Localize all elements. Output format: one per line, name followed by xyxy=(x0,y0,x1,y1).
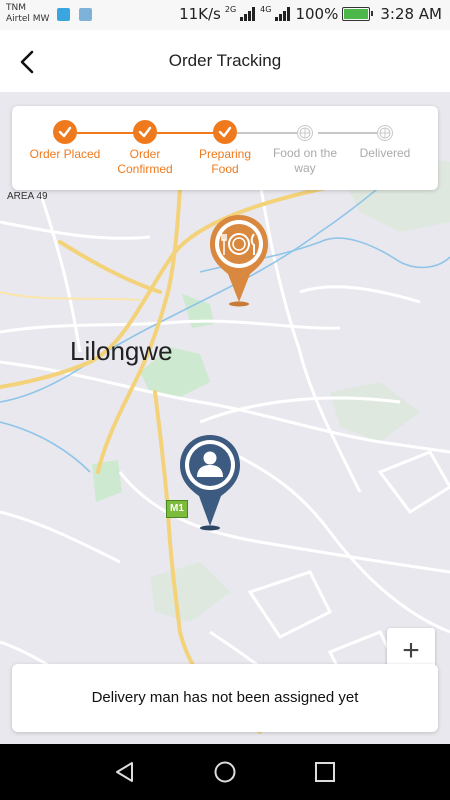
system-nav-bar xyxy=(0,744,450,800)
check-icon xyxy=(133,120,157,144)
step-order-placed: Order Placed xyxy=(20,120,110,162)
globe-pending-icon xyxy=(297,125,313,141)
check-icon xyxy=(53,120,77,144)
clock: 3:28 AM xyxy=(380,5,442,23)
step-label: Food on the way xyxy=(272,146,338,175)
step-order-confirmed: Order Confirmed xyxy=(100,120,190,177)
recents-square-icon[interactable] xyxy=(311,758,339,786)
carrier-2: Airtel MW xyxy=(6,14,50,24)
home-circle-icon[interactable] xyxy=(211,758,239,786)
carrier-labels: TNM Airtel MW xyxy=(6,3,49,25)
signal-icon-2 xyxy=(275,7,291,21)
notification-app-icon xyxy=(57,8,70,21)
delivery-status-message: Delivery man has not been assigned yet xyxy=(91,689,359,706)
network-type-2: 4G xyxy=(260,4,272,14)
status-right: 11K/s 2G 4G 100% 3:28 AM xyxy=(179,4,442,24)
back-triangle-icon[interactable] xyxy=(111,758,139,786)
battery-icon xyxy=(342,7,374,21)
step-label: Order Confirmed xyxy=(117,147,173,176)
app-header: Order Tracking xyxy=(0,30,450,92)
status-bar: TNM Airtel MW 11K/s 2G 4G 100% 3:28 AM xyxy=(0,0,450,30)
order-progress-card: Order Placed Order Confirmed Preparing F… xyxy=(12,106,438,190)
delivery-status-card: Delivery man has not been assigned yet xyxy=(12,664,438,732)
step-label: Preparing Food xyxy=(198,147,252,176)
area-label: AREA 49 xyxy=(7,191,48,202)
step-label: Delivered xyxy=(359,146,411,160)
network-type-1: 2G xyxy=(224,4,237,14)
signal-icon xyxy=(240,7,256,21)
globe-pending-icon xyxy=(377,125,393,141)
network-speed: 11K/s xyxy=(179,5,221,23)
step-label: Order Placed xyxy=(29,147,101,161)
city-label: Lilongwe xyxy=(70,336,173,366)
battery-percent: 100% xyxy=(295,5,339,23)
step-delivered: Delivered xyxy=(340,120,430,161)
gallery-notification-icon xyxy=(79,8,92,21)
delivery-driver-marker[interactable] xyxy=(176,432,244,532)
step-preparing-food: Preparing Food xyxy=(180,120,270,177)
restaurant-marker[interactable] xyxy=(206,212,272,308)
carrier-1: TNM xyxy=(6,3,26,13)
step-food-on-the-way: Food on the way xyxy=(260,120,350,176)
page-title: Order Tracking xyxy=(168,51,282,70)
check-icon xyxy=(213,120,237,144)
